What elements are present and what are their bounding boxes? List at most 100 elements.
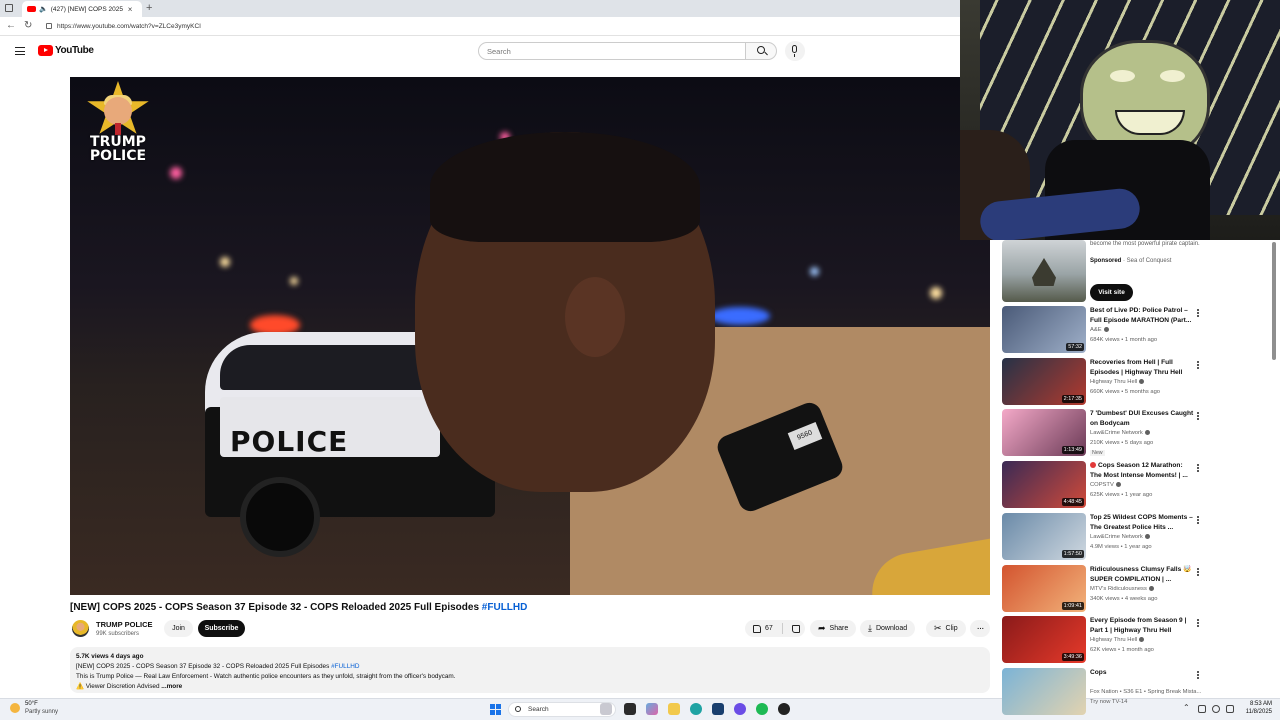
recommendation-item[interactable]: Cops Fox Nation • S36 E1 • Spring Break M… xyxy=(1002,668,1202,716)
sidebar-scrollbar[interactable] xyxy=(1272,242,1276,360)
photos-app-icon[interactable] xyxy=(646,703,658,715)
tab-close-button[interactable]: × xyxy=(128,5,133,14)
browser-tab-active[interactable]: 🔈 (427) [NEW] COPS 2025 - CO × xyxy=(22,1,142,17)
obs-app-icon[interactable] xyxy=(778,703,790,715)
recommendation-thumbnail[interactable]: 57:32 xyxy=(1002,306,1086,353)
wifi-icon[interactable] xyxy=(1212,705,1220,713)
recommendation-thumbnail[interactable]: 2:17:35 xyxy=(1002,358,1086,405)
weather-sun-icon[interactable] xyxy=(10,703,20,713)
police-light-blue xyxy=(710,307,770,325)
recommendation-channel[interactable]: Law&Crime Network xyxy=(1090,534,1150,540)
recommendation-meta: 62K views • 1 month ago xyxy=(1090,647,1154,653)
recommendation-thumbnail[interactable]: 1:09:41 xyxy=(1002,565,1086,612)
messenger-app-icon[interactable] xyxy=(734,703,746,715)
file-explorer-icon[interactable] xyxy=(668,703,680,715)
share-button[interactable]: ➦ Share xyxy=(810,620,857,637)
tab-title: (427) [NEW] COPS 2025 - CO xyxy=(50,5,125,13)
recommendation-thumbnail[interactable] xyxy=(1002,668,1086,715)
dislike-button[interactable] xyxy=(787,620,805,637)
spotify-app-icon[interactable] xyxy=(756,703,768,715)
window-menu-icon[interactable] xyxy=(5,4,13,12)
volume-icon[interactable] xyxy=(1226,705,1234,713)
reload-button[interactable]: ↻ xyxy=(24,20,32,31)
recommendation-title[interactable]: 7 'Dumbest' DUI Excuses Caught on Bodyca… xyxy=(1090,409,1194,429)
copilot-app-icon[interactable] xyxy=(600,703,612,715)
task-view-icon[interactable] xyxy=(624,703,636,715)
description-line: ⚠️ Viewer Discretion Advised ...more xyxy=(76,683,183,690)
recommendation-title[interactable]: Best of Live PD: Police Patrol – Full Ep… xyxy=(1090,306,1194,326)
recommendation-thumbnail[interactable]: 1:57:50 xyxy=(1002,513,1086,560)
recommendation-item[interactable]: 57:32 Best of Live PD: Police Patrol – Fu… xyxy=(1002,306,1202,354)
description-box[interactable]: 5.7K views 4 days ago [NEW] COPS 2025 - … xyxy=(70,647,990,693)
description-hashtag-link[interactable]: #FULLHD xyxy=(331,663,359,670)
more-options-icon[interactable] xyxy=(1197,671,1200,681)
search-input[interactable]: Search xyxy=(478,42,746,60)
scissors-icon: ✂ xyxy=(934,623,942,633)
join-button[interactable]: Join xyxy=(164,620,193,637)
voice-search-button[interactable] xyxy=(785,41,805,61)
clock-date[interactable]: 11/8/2025 xyxy=(1236,709,1272,715)
like-button[interactable]: 67 xyxy=(745,620,778,637)
video-duration: 2:17:35 xyxy=(1061,395,1084,403)
recommendation-title[interactable]: Recoveries from Hell | Full Episodes | H… xyxy=(1090,358,1194,378)
more-options-icon[interactable] xyxy=(1197,361,1200,371)
recommendation-channel[interactable]: Fox Nation • S36 E1 • Spring Break Mista… xyxy=(1090,689,1201,695)
more-options-icon[interactable] xyxy=(1197,464,1200,474)
recommendation-channel[interactable]: Highway Thru Hell xyxy=(1090,379,1145,385)
recommendation-item[interactable]: 3:49:36 Every Episode from Season 9 | Par… xyxy=(1002,616,1202,664)
more-options-icon[interactable] xyxy=(1197,412,1200,422)
recommendation-item[interactable]: 4:48:45 Cops Season 12 Marathon: The Most… xyxy=(1002,461,1202,509)
more-actions-button[interactable]: ··· xyxy=(970,620,990,637)
more-options-icon[interactable] xyxy=(1197,619,1200,629)
recommendation-item[interactable]: 2:17:35 Recoveries from Hell | Full Episo… xyxy=(1002,358,1202,406)
recommendation-title[interactable]: Cops xyxy=(1090,668,1194,678)
edge-browser-icon[interactable] xyxy=(690,703,702,715)
live-dot-icon xyxy=(1090,462,1096,469)
youtube-logo[interactable]: YouTube xyxy=(38,45,94,56)
ad-thumbnail[interactable] xyxy=(1002,240,1086,302)
more-options-icon[interactable] xyxy=(1197,516,1200,526)
download-button[interactable]: ⤓ Download xyxy=(860,620,916,637)
like-dislike-group: 67 xyxy=(745,620,805,637)
recommendation-item[interactable]: 1:13:49 7 'Dumbest' DUI Excuses Caught on… xyxy=(1002,409,1202,457)
speaker-icon[interactable]: 🔈 xyxy=(39,5,48,13)
recommendation-channel[interactable]: Highway Thru Hell xyxy=(1090,637,1145,643)
back-button[interactable]: ← xyxy=(6,20,16,31)
clip-button[interactable]: ✂ Clip xyxy=(926,620,966,637)
recommendation-title[interactable]: Top 25 Wildest COPS Moments – The Greate… xyxy=(1090,513,1194,533)
weather-description[interactable]: Partly sunny xyxy=(25,709,58,715)
store-app-icon[interactable] xyxy=(712,703,724,715)
street-light xyxy=(810,267,819,276)
title-hashtag-link[interactable]: #FULLHD xyxy=(482,602,528,613)
visit-site-button[interactable]: Visit site xyxy=(1090,284,1133,301)
start-button-icon[interactable] xyxy=(490,704,501,715)
recommendation-title[interactable]: Cops Season 12 Marathon: The Most Intens… xyxy=(1090,461,1194,481)
video-player[interactable]: POLICE 9560 TRUMP POLICE xyxy=(70,77,990,595)
recommendation-title[interactable]: Ridiculousness Clumsy Falls 🤯 SUPER COMP… xyxy=(1090,565,1194,585)
recommendation-thumbnail[interactable]: 1:13:49 xyxy=(1002,409,1086,456)
more-options-icon[interactable] xyxy=(1197,568,1200,578)
channel-name[interactable]: TRUMP POLICE xyxy=(96,620,153,629)
search-button[interactable] xyxy=(745,42,777,60)
recommendation-channel[interactable]: COPSTV xyxy=(1090,482,1121,488)
recommendation-thumbnail[interactable]: 3:49:36 xyxy=(1002,616,1086,663)
thumbs-down-icon xyxy=(792,624,801,633)
recommendation-title[interactable]: Every Episode from Season 9 | Part 1 | H… xyxy=(1090,616,1194,636)
weather-temperature[interactable]: 50°F xyxy=(25,701,38,707)
hamburger-menu-icon[interactable] xyxy=(15,47,25,55)
subscribe-button[interactable]: Subscribe xyxy=(198,620,245,637)
recommendation-thumbnail[interactable]: 4:48:45 xyxy=(1002,461,1086,508)
video-duration: 1:09:41 xyxy=(1061,602,1084,610)
recommendation-channel[interactable]: MTV's Ridiculousness xyxy=(1090,586,1154,592)
new-tab-button[interactable]: + xyxy=(146,2,152,14)
description-line: [NEW] COPS 2025 - COPS Season 37 Episode… xyxy=(76,663,360,670)
clock-time[interactable]: 8:53 AM xyxy=(1240,701,1272,707)
url-field[interactable]: https://www.youtube.com/watch?v=ZLCe3ymy… xyxy=(40,20,940,33)
recommendation-item[interactable]: 1:09:41 Ridiculousness Clumsy Falls 🤯 SUP… xyxy=(1002,565,1202,613)
show-more-link[interactable]: ...more xyxy=(161,683,182,690)
recommendation-item[interactable]: 1:57:50 Top 25 Wildest COPS Moments – The… xyxy=(1002,513,1202,561)
more-options-icon[interactable] xyxy=(1197,309,1200,319)
channel-avatar[interactable] xyxy=(72,620,89,637)
recommendation-channel[interactable]: A&E xyxy=(1090,327,1109,333)
recommendation-channel[interactable]: Law&Crime Network xyxy=(1090,430,1150,436)
